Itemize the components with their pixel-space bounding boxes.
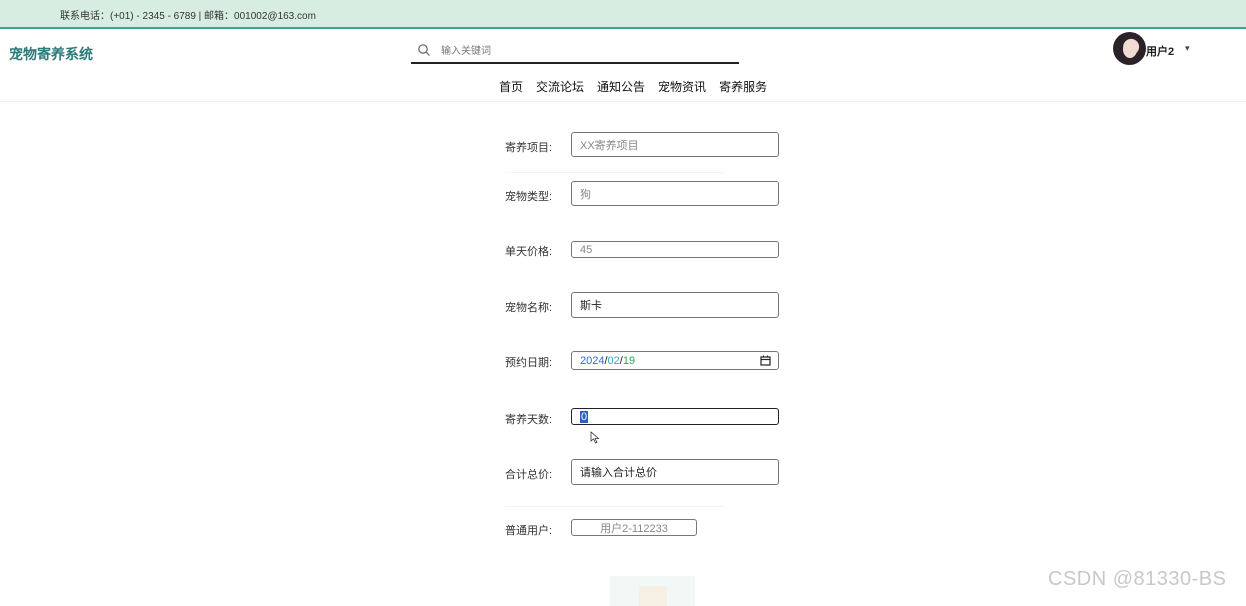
nav-item-pet-news[interactable]: 宠物资讯 (658, 78, 706, 96)
nav-item-boarding[interactable]: 寄养服务 (719, 78, 767, 96)
date-month: 02 (607, 354, 620, 367)
project-field[interactable]: XX寄养项目 (571, 132, 779, 157)
nav-item-forum[interactable]: 交流论坛 (536, 78, 584, 96)
date-year: 2024 (580, 354, 605, 367)
days-input[interactable]: 0 (571, 408, 779, 425)
pet-type-label: 宠物类型: (505, 191, 553, 203)
user-label: 普通用户: (505, 525, 553, 537)
total-input[interactable]: 请输入合计总价 (571, 459, 779, 485)
calendar-icon[interactable] (760, 355, 771, 366)
site-logo[interactable]: 宠物寄养系统 (9, 44, 93, 64)
divider (505, 506, 725, 507)
daily-price-field[interactable]: 45 (571, 241, 779, 258)
contact-info: 联系电话：(+01) - 2345 - 6789 | 邮箱：001002@163… (60, 11, 316, 22)
user-menu[interactable]: 用户2 ▾ (1113, 32, 1203, 66)
pet-type-field[interactable]: 狗 (571, 181, 779, 206)
total-label: 合计总价: (505, 469, 553, 481)
days-value: 0 (580, 410, 589, 423)
booking-date-input[interactable]: 2024/02/19 (571, 351, 779, 370)
pet-name-input[interactable]: 斯卡 (571, 292, 779, 318)
avatar[interactable] (1113, 32, 1146, 65)
daily-price-label: 单天价格: (505, 246, 553, 258)
header: 宠物寄养系统 用户2 ▾ 首页 交流论坛 通知公告 宠物资讯 寄养服务 (0, 29, 1246, 102)
nav-item-home[interactable]: 首页 (499, 78, 523, 96)
date-day: 19 (622, 354, 636, 367)
user-field: 用户2-112233 (571, 519, 697, 536)
search-icon[interactable] (417, 43, 431, 57)
submit-button[interactable] (610, 576, 695, 606)
divider (505, 172, 725, 173)
search-input[interactable] (441, 42, 731, 60)
search-bar (411, 39, 739, 64)
nav-item-notices[interactable]: 通知公告 (597, 78, 645, 96)
pet-name-label: 宠物名称: (505, 302, 553, 314)
mouse-cursor-icon (590, 431, 600, 444)
project-label: 寄养项目: (505, 142, 553, 154)
user-name[interactable]: 用户2 (1146, 43, 1174, 59)
chevron-down-icon[interactable]: ▾ (1185, 43, 1190, 54)
booking-date-label: 预约日期: (505, 357, 553, 369)
days-label: 寄养天数: (505, 414, 553, 426)
watermark: CSDN @81330-BS (1048, 568, 1227, 590)
main-nav: 首页 交流论坛 通知公告 宠物资讯 寄养服务 (499, 78, 767, 96)
top-contact-bar: 联系电话：(+01) - 2345 - 6789 | 邮箱：001002@163… (0, 0, 1246, 29)
